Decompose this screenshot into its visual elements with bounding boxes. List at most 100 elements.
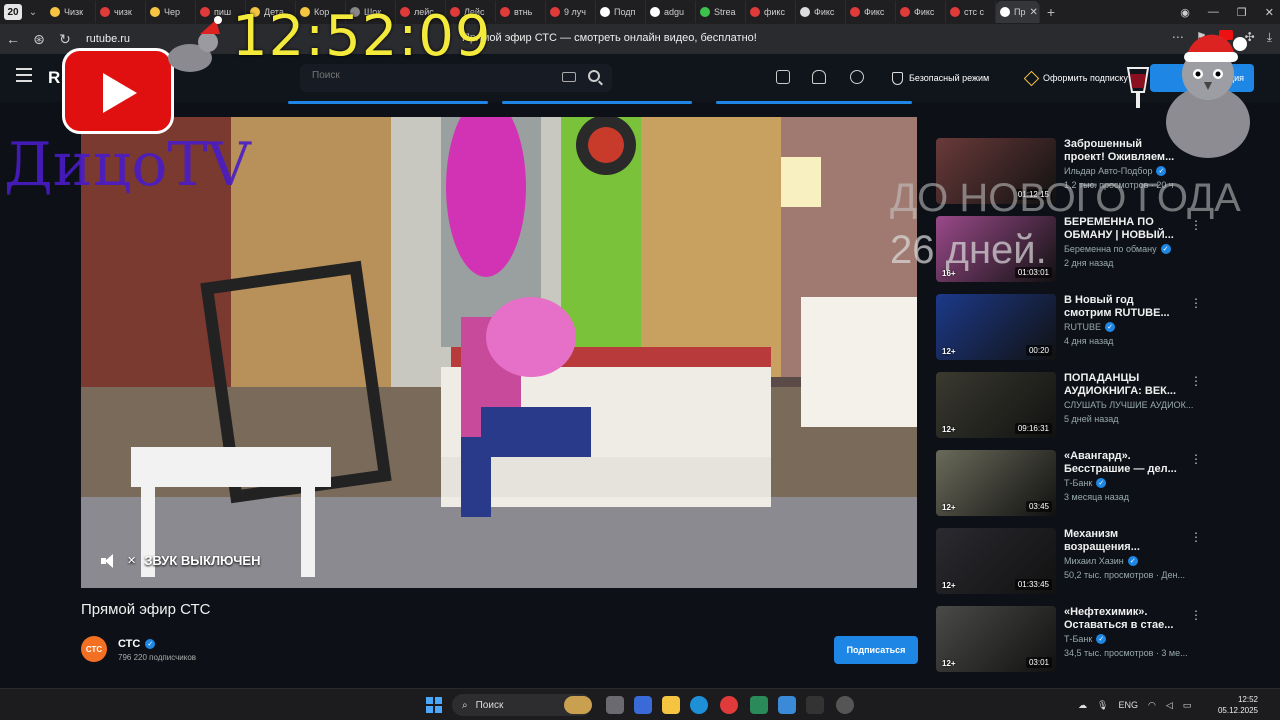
close-icon[interactable]: ✕ (1265, 6, 1274, 19)
battery-icon[interactable]: ▭ (1183, 700, 1192, 711)
tray-clock[interactable]: 12:52 05.12.2025 (1218, 694, 1258, 716)
recommendation-channel-row[interactable]: Т-Банк ✓ (1064, 634, 1204, 644)
menu-icon[interactable] (16, 68, 32, 82)
channel-avatar[interactable]: СТС (81, 636, 107, 662)
recommendation-channel[interactable]: Михаил Хазин (1064, 556, 1124, 566)
video-duration: 00:20 (1025, 345, 1052, 356)
reload-icon[interactable]: ↻ (52, 31, 78, 48)
browser-tab[interactable]: стс с (946, 1, 996, 23)
store-icon[interactable] (634, 696, 652, 714)
channel-name[interactable]: СТС (118, 638, 140, 650)
recommendation-title[interactable]: ПОПАДАНЦЫ АУДИОКНИГА: ВЕК... (1064, 372, 1182, 398)
mic-icon[interactable]: 🎙 (1097, 700, 1108, 711)
site-logo[interactable]: R (48, 68, 60, 88)
minimize-icon[interactable]: — (1208, 6, 1219, 18)
tab-counter[interactable]: 20 (4, 4, 22, 20)
recommendation-title[interactable]: Механизм возращения... (1064, 528, 1182, 554)
tab-label: Пр (1014, 7, 1026, 17)
browser-tab[interactable]: Фикс (796, 1, 846, 23)
recommendation-title[interactable]: «Нефтехимик». Оставаться в стае... (1064, 606, 1182, 632)
mute-indicator[interactable]: ✕ ЗВУК ВЫКЛЮЧЕН (101, 553, 261, 568)
browser-tab[interactable]: чизк (96, 1, 146, 23)
browser-tab[interactable]: фикс (746, 1, 796, 23)
more-vertical-icon[interactable]: ⋮ (1190, 452, 1202, 466)
browser-tab[interactable]: Фикс (896, 1, 946, 23)
explorer-icon[interactable] (662, 696, 680, 714)
weather-widget-icon[interactable] (564, 696, 592, 714)
search-icon: ⌕ (462, 699, 468, 711)
browser-tab[interactable]: adgu (646, 1, 696, 23)
app-icon[interactable] (836, 696, 854, 714)
video-duration: 03:01 (1025, 657, 1052, 668)
bell-icon[interactable] (812, 70, 826, 84)
recommendation-channel[interactable]: Беременна по обману (1064, 244, 1157, 254)
browser-tab[interactable]: втнь (496, 1, 546, 23)
recommendation-title[interactable]: «Авангард». Бесстрашие — дел... (1064, 450, 1182, 476)
more-vertical-icon[interactable]: ⋮ (1190, 296, 1202, 310)
browser-tab[interactable]: 9 луч (546, 1, 596, 23)
tab-favicon-icon (800, 7, 810, 17)
chevron-down-icon[interactable]: ⌄ (26, 7, 40, 18)
recommendation-item[interactable]: 12+ 01:33:45 Механизм возращения... Михаил … (936, 528, 1206, 598)
recommendation-item[interactable]: 12+ 03:45 «Авангард». Бесстрашие — дел... Т… (936, 450, 1206, 520)
subscribe-button[interactable]: Подписаться (834, 636, 918, 664)
recommendation-thumbnail[interactable]: 12+ 03:01 (936, 606, 1056, 672)
edge-icon[interactable] (690, 696, 708, 714)
safe-mode-button[interactable]: Безопасный режим (884, 66, 997, 90)
task-view-icon[interactable] (606, 696, 624, 714)
search-input[interactable] (312, 70, 542, 81)
tab-close-icon[interactable]: ✕ (1029, 7, 1037, 18)
recommendation-channel[interactable]: Т-Банк (1064, 634, 1092, 644)
tray-lang[interactable]: ENG (1118, 700, 1138, 710)
recommendation-channel-row[interactable]: Михаил Хазин ✓ (1064, 556, 1204, 566)
new-tab-button[interactable]: + (1040, 4, 1062, 20)
volume-icon[interactable]: ◁ (1166, 700, 1173, 711)
browser-tab[interactable]: Чизк (46, 1, 96, 23)
recommendation-title[interactable]: В Новый год смотрим RUTUBE... (1064, 294, 1182, 320)
browser-tab[interactable]: Пр ✕ (996, 1, 1040, 23)
onedrive-icon[interactable]: ☁ (1078, 700, 1087, 711)
channel-name-row[interactable]: СТС ✓ (118, 638, 156, 650)
recommendation-channel[interactable]: Т-Банк (1064, 478, 1092, 488)
recommendation-channel-row[interactable]: Беременна по обману ✓ (1064, 244, 1204, 254)
recommendation-channel-row[interactable]: RUTUBE ✓ (1064, 322, 1204, 332)
recommendation-item[interactable]: 12+ 00:20 В Новый год смотрим RUTUBE... RUT… (936, 294, 1206, 364)
mute-x-icon: ✕ (127, 555, 137, 567)
back-icon[interactable]: ← (0, 31, 26, 47)
keyboard-icon[interactable] (562, 72, 576, 82)
recommendation-item[interactable]: 12+ 03:01 «Нефтехимик». Оставаться в стае.… (936, 606, 1206, 676)
browser-tab[interactable]: Подп (596, 1, 646, 23)
recommendation-thumbnail[interactable]: 12+ 09:16:31 (936, 372, 1056, 438)
recommendation-channel[interactable]: RUTUBE (1064, 322, 1101, 332)
notepad-icon[interactable] (778, 696, 796, 714)
wifi-icon[interactable]: ◠ (1148, 700, 1156, 711)
recommendation-item[interactable]: 12+ 09:16:31 ПОПАДАНЦЫ АУДИОКНИГА: ВЕК... С… (936, 372, 1206, 442)
terminal-icon[interactable] (806, 696, 824, 714)
recommendation-channel-row[interactable]: Т-Банк ✓ (1064, 478, 1204, 488)
theme-icon[interactable] (850, 70, 864, 84)
upload-icon[interactable] (776, 70, 790, 84)
recommendation-thumbnail[interactable]: 12+ 03:45 (936, 450, 1056, 516)
extension-icon[interactable]: ⊛ (26, 31, 52, 48)
profile-icon[interactable]: ◉ (1180, 6, 1190, 19)
more-vertical-icon[interactable]: ⋮ (1190, 374, 1202, 388)
address-domain[interactable]: rutube.ru (86, 33, 130, 45)
address-page-title[interactable]: Прямой эфир СТС — смотреть онлайн видео,… (462, 32, 757, 44)
browser-tab[interactable]: Фикс (846, 1, 896, 23)
yandex-browser-icon[interactable] (720, 696, 738, 714)
recommendation-channel-row[interactable]: СЛУШАТЬ ЛУЧШИЕ АУДИОК... (1064, 400, 1204, 410)
restore-icon[interactable]: ❐ (1237, 6, 1247, 19)
system-tray: ☁ 🎙 ENG ◠ ◁ ▭ (1078, 689, 1191, 720)
browser-tab[interactable]: Strea (696, 1, 746, 23)
recommendation-channel[interactable]: СЛУШАТЬ ЛУЧШИЕ АУДИОК... (1064, 400, 1193, 410)
tab-label: Фикс (814, 7, 835, 17)
age-rating: 12+ (942, 659, 956, 668)
search-icon[interactable] (588, 70, 600, 82)
recommendation-thumbnail[interactable]: 12+ 00:20 (936, 294, 1056, 360)
recommendation-thumbnail[interactable]: 12+ 01:33:45 (936, 528, 1056, 594)
premium-subscribe-button[interactable]: Оформить подписку (1018, 66, 1136, 90)
more-vertical-icon[interactable]: ⋮ (1190, 530, 1202, 544)
vpn-icon[interactable] (750, 696, 768, 714)
windows-start-icon[interactable] (426, 697, 442, 713)
more-vertical-icon[interactable]: ⋮ (1190, 608, 1202, 622)
